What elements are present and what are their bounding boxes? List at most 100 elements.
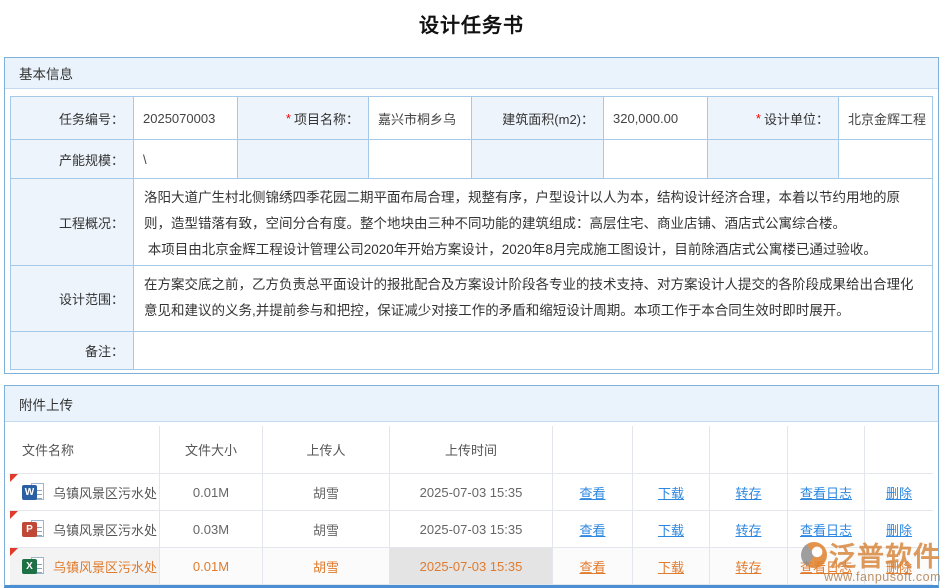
overview-label: 工程概况： (11, 179, 134, 266)
empty-label-cell (708, 140, 839, 179)
project-name-label: *项目名称： (238, 97, 369, 140)
action-cell: 删除 (865, 474, 933, 511)
powerpoint-file-icon: P (22, 520, 46, 539)
delete-link[interactable]: 删除 (886, 483, 912, 502)
attachment-row-1: W 乌镇风景区污水处 0.01M 胡雪 2025-07-03 15:35 查看 … (10, 474, 933, 511)
uploader-cell: 胡雪 (263, 548, 390, 585)
empty-value-cell (839, 140, 933, 179)
view-log-link[interactable]: 查看日志 (800, 557, 852, 576)
form-row-remark: 备注： (11, 332, 933, 370)
upload-time-cell: 2025-07-03 15:35 (390, 548, 553, 585)
col-header-empty (633, 426, 710, 474)
empty-value-cell (369, 140, 472, 179)
file-name: 乌镇风景区污水处 (53, 483, 157, 502)
action-cell: 转存 (710, 474, 788, 511)
view-link[interactable]: 查看 (579, 557, 605, 576)
basic-info-form: 任务编号： 2025070003 *项目名称： 嘉兴市桐乡乌 建筑面积(m2)：… (10, 96, 933, 370)
design-unit-value[interactable]: 北京金辉工程 (839, 97, 933, 140)
file-size-cell: 0.03M (160, 511, 263, 548)
col-header-file-name: 文件名称 (10, 426, 160, 474)
action-cell: 删除 (865, 511, 933, 548)
empty-value-cell (604, 140, 708, 179)
form-row-overview: 工程概况： 洛阳大道广生村北侧锦绣四季花园二期平面布局合理，规整有序，户型设计以… (11, 179, 933, 266)
action-cell: 查看日志 (788, 548, 865, 585)
attachments-table-header: 文件名称 文件大小 上传人 上传时间 (10, 426, 933, 474)
view-log-link[interactable]: 查看日志 (800, 520, 852, 539)
col-header-uploader: 上传人 (263, 426, 390, 474)
col-header-file-size: 文件大小 (160, 426, 263, 474)
remark-value (134, 332, 933, 370)
design-unit-label: *设计单位： (708, 97, 839, 140)
word-file-icon: W (22, 483, 46, 502)
view-link[interactable]: 查看 (579, 483, 605, 502)
action-cell: 转存 (710, 511, 788, 548)
action-cell: 删除 (865, 548, 933, 585)
action-cell: 下载 (633, 511, 710, 548)
excel-file-icon: X (22, 557, 46, 576)
page: 设计任务书 基本信息 任务编号： 2025070003 *项目名称： 嘉兴市桐乡… (0, 0, 943, 588)
delete-link[interactable]: 删除 (886, 520, 912, 539)
building-area-value: 320,000.00 (604, 97, 708, 140)
action-cell: 下载 (633, 548, 710, 585)
uploader-cell: 胡雪 (263, 511, 390, 548)
basic-info-panel: 基本信息 任务编号： 2025070003 *项目名称： 嘉兴市桐乡乌 建筑面积… (4, 57, 939, 374)
attachment-row-2: P 乌镇风景区污水处 0.03M 胡雪 2025-07-03 15:35 查看 … (10, 511, 933, 548)
col-header-empty (865, 426, 933, 474)
scope-value: 在方案交底之前，乙方负责总平面设计的报批配合及方案设计阶段各专业的技术支持、对方… (134, 266, 933, 332)
task-no-label: 任务编号： (11, 97, 134, 140)
col-header-upload-time: 上传时间 (390, 426, 553, 474)
action-cell: 查看日志 (788, 474, 865, 511)
col-header-empty (710, 426, 788, 474)
download-link[interactable]: 下载 (658, 483, 684, 502)
file-name-cell: P 乌镇风景区污水处 (10, 511, 160, 548)
file-name-cell: W 乌镇风景区污水处 (10, 474, 160, 511)
task-no-value: 2025070003 (134, 97, 238, 140)
empty-label-cell (472, 140, 604, 179)
row-corner-flag (10, 548, 18, 556)
file-name: 乌镇风景区污水处 (53, 557, 157, 576)
action-cell: 转存 (710, 548, 788, 585)
building-area-label: 建筑面积(m2)： (472, 97, 604, 140)
remark-label: 备注： (11, 332, 134, 370)
capacity-label: 产能规模： (11, 140, 134, 179)
action-cell: 查看 (553, 474, 633, 511)
basic-info-section-header: 基本信息 (5, 58, 938, 89)
empty-label-cell (238, 140, 369, 179)
view-link[interactable]: 查看 (579, 520, 605, 539)
overview-value: 洛阳大道广生村北侧锦绣四季花园二期平面布局合理，规整有序，户型设计以人为本，结构… (134, 179, 933, 266)
project-name-value[interactable]: 嘉兴市桐乡乌 (369, 97, 472, 140)
col-header-empty (788, 426, 865, 474)
upload-time-cell: 2025-07-03 15:35 (390, 474, 553, 511)
form-row-scope: 设计范围： 在方案交底之前，乙方负责总平面设计的报批配合及方案设计阶段各专业的技… (11, 266, 933, 332)
row-corner-flag (10, 511, 18, 519)
attachments-panel: 附件上传 文件名称 文件大小 上传人 上传时间 W 乌镇风景区污水处 0.01 (4, 385, 939, 588)
download-link[interactable]: 下载 (658, 557, 684, 576)
uploader-cell: 胡雪 (263, 474, 390, 511)
download-link[interactable]: 下载 (658, 520, 684, 539)
upload-time-cell: 2025-07-03 15:35 (390, 511, 553, 548)
view-log-link[interactable]: 查看日志 (800, 483, 852, 502)
save-as-link[interactable]: 转存 (735, 520, 761, 539)
attachments-section-header: 附件上传 (5, 386, 938, 422)
file-name-cell: X 乌镇风景区污水处 (10, 548, 160, 585)
form-row-2: 产能规模： \ (11, 140, 933, 179)
row-corner-flag (10, 474, 18, 482)
form-row-1: 任务编号： 2025070003 *项目名称： 嘉兴市桐乡乌 建筑面积(m2)：… (11, 97, 933, 140)
save-as-link[interactable]: 转存 (735, 483, 761, 502)
page-title: 设计任务书 (0, 0, 943, 38)
attachment-row-3-highlighted: X 乌镇风景区污水处 0.01M 胡雪 2025-07-03 15:35 查看 … (10, 548, 933, 585)
action-cell: 下载 (633, 474, 710, 511)
scope-label: 设计范围： (11, 266, 134, 332)
save-as-link[interactable]: 转存 (735, 557, 761, 576)
action-cell: 查看日志 (788, 511, 865, 548)
file-name: 乌镇风景区污水处 (53, 520, 157, 539)
delete-link[interactable]: 删除 (886, 557, 912, 576)
file-size-cell: 0.01M (160, 548, 263, 585)
action-cell: 查看 (553, 511, 633, 548)
capacity-value: \ (134, 140, 238, 179)
attachments-table: 文件名称 文件大小 上传人 上传时间 W 乌镇风景区污水处 0.01M 胡雪 2… (10, 426, 933, 585)
col-header-empty (553, 426, 633, 474)
file-size-cell: 0.01M (160, 474, 263, 511)
required-asterisk: * (286, 111, 291, 126)
action-cell: 查看 (553, 548, 633, 585)
